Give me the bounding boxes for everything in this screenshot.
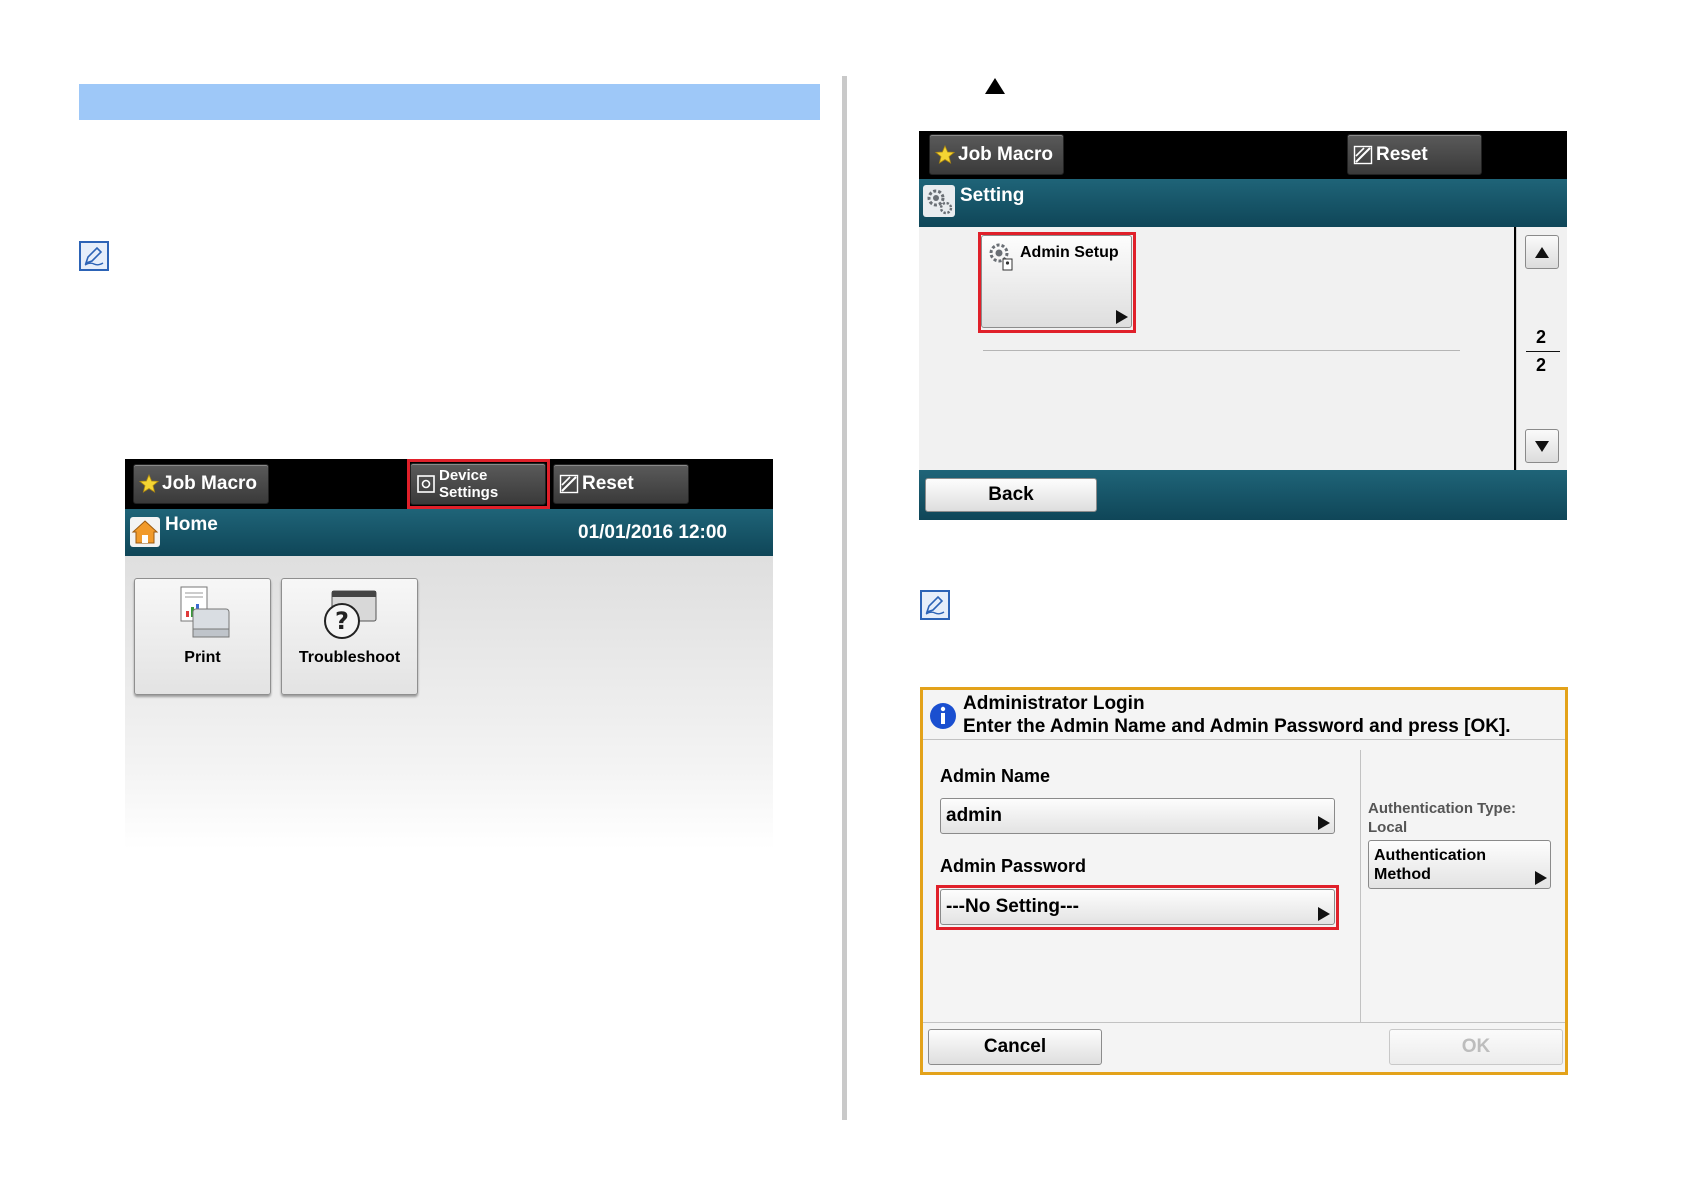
dialog-column-divider bbox=[1360, 750, 1361, 1022]
reset-icon bbox=[559, 474, 579, 494]
setting-reset-button[interactable]: Reset bbox=[1347, 134, 1482, 175]
print-label: Print bbox=[184, 649, 221, 666]
admin-password-label: Admin Password bbox=[940, 856, 1087, 876]
job-macro-label: Job Macro bbox=[162, 473, 258, 494]
arrow-down-icon bbox=[1535, 440, 1549, 452]
memo-note-icon bbox=[79, 241, 109, 271]
admin-password-highlight bbox=[936, 885, 1339, 930]
troubleshoot-label: Troubleshoot bbox=[298, 649, 401, 666]
dialog-footer-divider bbox=[923, 1022, 1565, 1023]
admin-name-value: admin bbox=[946, 805, 1002, 826]
section-header-bar bbox=[79, 84, 820, 120]
column-divider bbox=[842, 76, 847, 1120]
list-divider bbox=[983, 350, 1460, 351]
dialog-header-divider bbox=[923, 739, 1565, 740]
job-macro-button[interactable]: Job Macro bbox=[133, 464, 269, 504]
star-icon bbox=[935, 144, 955, 165]
setting-title: Setting bbox=[960, 185, 1025, 206]
auth-method-line2: Method bbox=[1374, 865, 1431, 883]
setting-job-macro-label: Job Macro bbox=[958, 143, 1054, 165]
cancel-button[interactable]: Cancel bbox=[928, 1029, 1102, 1065]
page-current: 2 bbox=[1536, 327, 1547, 347]
setting-screen-panel: Job Macro Reset Setting Admin Setup 2 2 … bbox=[919, 131, 1567, 520]
question-help-icon: ? bbox=[320, 585, 380, 643]
memo-note-icon-2 bbox=[920, 590, 950, 620]
page-total: 2 bbox=[1536, 355, 1547, 375]
reset-label: Reset bbox=[582, 473, 634, 494]
dialog-message: Enter the Admin Name and Admin Password … bbox=[963, 716, 1511, 737]
admin-setup-highlight bbox=[978, 232, 1136, 333]
info-icon bbox=[929, 702, 957, 735]
admin-name-field[interactable]: admin bbox=[940, 798, 1335, 834]
scroll-down-button[interactable] bbox=[1525, 429, 1559, 463]
cancel-label: Cancel bbox=[983, 1036, 1047, 1057]
dialog-title: Administrator Login bbox=[963, 693, 1145, 714]
reset-icon bbox=[1353, 145, 1373, 165]
home-title-bar: Home 01/01/2016 12:00 bbox=[125, 509, 773, 556]
setting-reset-label: Reset bbox=[1376, 143, 1428, 165]
home-datetime: 01/01/2016 12:00 bbox=[578, 522, 727, 543]
authentication-method-button[interactable]: Authentication Method bbox=[1368, 840, 1551, 889]
chevron-right-icon bbox=[1535, 871, 1547, 885]
star-icon bbox=[139, 474, 159, 494]
setting-job-macro-button[interactable]: Job Macro bbox=[929, 134, 1064, 175]
gear-icon bbox=[923, 185, 955, 222]
print-icon bbox=[173, 585, 233, 643]
home-icon bbox=[130, 517, 160, 552]
admin-login-dialog: Administrator Login Enter the Admin Name… bbox=[920, 687, 1568, 1075]
setting-title-bar: Setting bbox=[919, 179, 1567, 227]
up-arrow-icon bbox=[985, 78, 1005, 94]
home-title: Home bbox=[165, 514, 218, 535]
page-fraction-line bbox=[1526, 351, 1560, 352]
home-screen-panel: Job Macro Device Settings Reset Home 01/… bbox=[125, 459, 773, 849]
auth-type-label: Authentication Type: bbox=[1368, 800, 1517, 817]
reset-button[interactable]: Reset bbox=[553, 464, 689, 504]
ok-label: OK bbox=[1461, 1036, 1491, 1057]
svg-text:?: ? bbox=[335, 607, 349, 635]
ok-button[interactable]: OK bbox=[1389, 1029, 1563, 1065]
chevron-right-icon bbox=[1318, 816, 1330, 830]
auth-method-line1: Authentication bbox=[1374, 846, 1486, 864]
auth-type-value: Local bbox=[1368, 819, 1408, 836]
troubleshoot-tile[interactable]: ? Troubleshoot bbox=[281, 578, 418, 695]
scroll-up-button[interactable] bbox=[1525, 235, 1559, 269]
device-settings-highlight bbox=[407, 459, 550, 509]
back-button[interactable]: Back bbox=[925, 478, 1097, 512]
admin-name-label: Admin Name bbox=[940, 766, 1051, 786]
back-label: Back bbox=[988, 484, 1034, 505]
print-tile[interactable]: Print bbox=[134, 578, 271, 695]
arrow-up-icon bbox=[1535, 246, 1549, 258]
